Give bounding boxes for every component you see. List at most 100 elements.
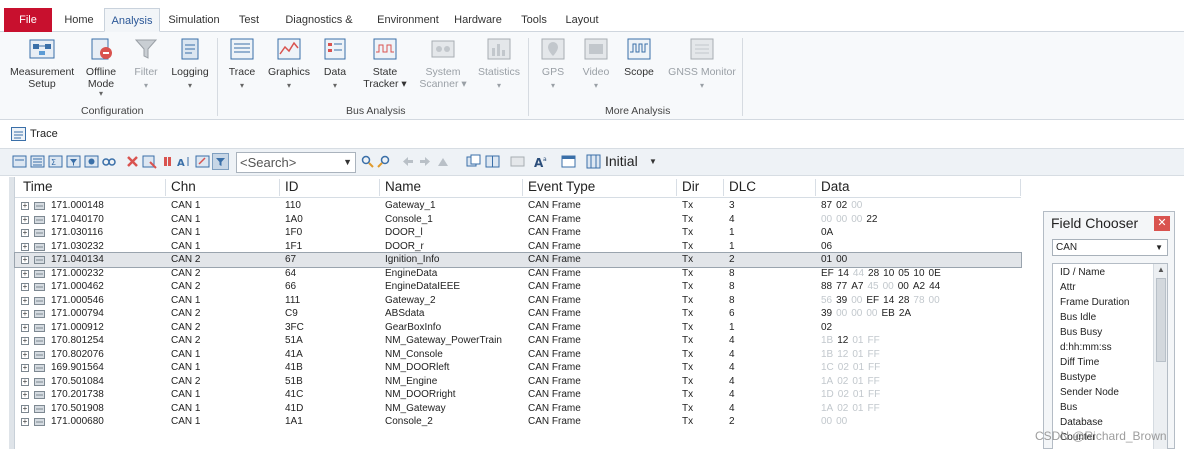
highlight-filter-icon[interactable]: [212, 153, 229, 170]
column-divider[interactable]: [522, 179, 523, 196]
measurement-setup-button[interactable]: Measurement Setup: [10, 36, 74, 102]
menu-tab-diagnostics[interactable]: Diagnostics & XCP: [274, 8, 364, 50]
field-item[interactable]: Attr: [1060, 282, 1076, 293]
expand-icon[interactable]: +: [21, 350, 29, 359]
field-item[interactable]: d:hh:mm:ss: [1060, 342, 1112, 353]
menu-tab-test[interactable]: Test: [234, 8, 264, 32]
field-item[interactable]: Diff Time: [1060, 357, 1099, 368]
menu-tab-tools[interactable]: Tools: [516, 8, 552, 32]
column-header-data[interactable]: Data: [821, 179, 850, 194]
window-layout-icon[interactable]: [485, 154, 500, 169]
menu-tab-environment[interactable]: Environment: [376, 8, 440, 32]
column-header-dir[interactable]: Dir: [682, 179, 699, 194]
expand-icon[interactable]: +: [21, 229, 29, 237]
table-row[interactable]: +171.000680 CAN 1 1A1 Console_2 CAN Frame Tx 2…: [15, 415, 1021, 429]
field-item[interactable]: Frame Duration: [1060, 297, 1129, 308]
expand-icon[interactable]: +: [21, 377, 29, 386]
field-item[interactable]: Bus: [1060, 402, 1077, 413]
expand-icon[interactable]: +: [21, 364, 29, 372]
filter-settings-icon[interactable]: [84, 154, 99, 169]
search-previous-icon[interactable]: [377, 154, 392, 169]
table-row[interactable]: +169.901564 CAN 1 41B NM_DOORleft CAN Frame T…: [15, 361, 1021, 375]
search-next-icon[interactable]: [360, 154, 375, 169]
column-divider[interactable]: [723, 179, 724, 196]
marker-icon[interactable]: [436, 154, 451, 169]
expand-icon[interactable]: +: [21, 215, 29, 224]
copy-icon[interactable]: [466, 154, 481, 169]
menu-tab-file[interactable]: File: [4, 8, 52, 32]
expand-icon[interactable]: +: [21, 404, 29, 413]
table-row[interactable]: +171.040134 CAN 2 67 Ignition_Info CAN Frame…: [14, 252, 1022, 268]
column-header-id[interactable]: ID: [285, 179, 299, 194]
sort-icon[interactable]: A: [176, 154, 191, 169]
column-divider[interactable]: [1020, 179, 1021, 196]
column-divider[interactable]: [815, 179, 816, 196]
table-row[interactable]: +171.000546 CAN 1 111 Gateway_2 CAN Frame Tx 8…: [15, 294, 1021, 308]
close-icon[interactable]: ✕: [1154, 216, 1170, 231]
layout-icon[interactable]: [586, 154, 601, 169]
column-divider[interactable]: [279, 179, 280, 196]
pause-icon[interactable]: [160, 154, 175, 169]
table-row[interactable]: +170.501084 CAN 2 51B NM_Engine CAN Frame Tx 4…: [15, 375, 1021, 389]
menu-tab-hardware[interactable]: Hardware: [452, 8, 504, 32]
table-row[interactable]: +171.030116 CAN 1 1F0 DOOR_l CAN Frame Tx 1 0A: [15, 226, 1021, 240]
column-header-time[interactable]: Time: [23, 179, 53, 194]
column-header-event-type[interactable]: Event Type: [528, 179, 595, 194]
font-size-icon[interactable]: Aa: [534, 154, 549, 169]
expand-icon[interactable]: +: [21, 418, 29, 426]
scrollbar-thumb[interactable]: [1156, 278, 1166, 362]
columns-icon[interactable]: [30, 154, 45, 169]
table-row[interactable]: +171.030232 CAN 1 1F1 DOOR_r CAN Frame Tx 1 06: [15, 240, 1021, 254]
clear-icon[interactable]: [142, 154, 157, 169]
find-icon[interactable]: [101, 154, 116, 169]
expand-icon[interactable]: +: [21, 283, 29, 291]
chevron-down-icon[interactable]: ▼: [649, 157, 657, 166]
search-input[interactable]: <Search> ▼: [236, 152, 356, 173]
table-row[interactable]: +170.201738 CAN 1 41C NM_DOORright CAN Frame…: [15, 388, 1021, 402]
filter-edit-icon[interactable]: [66, 154, 81, 169]
scope-button[interactable]: Scope: [607, 36, 671, 102]
menu-tab-analysis[interactable]: Analysis: [104, 8, 160, 32]
state-tracker-button[interactable]: State Tracker ▾: [353, 36, 417, 102]
export-icon[interactable]: [195, 154, 210, 169]
time-mode-icon[interactable]: Σ: [48, 154, 63, 169]
scroll-up-icon[interactable]: ▲: [1157, 265, 1165, 274]
expand-icon[interactable]: +: [21, 337, 29, 345]
menu-tab-home[interactable]: Home: [60, 8, 98, 32]
field-item[interactable]: Database: [1060, 417, 1103, 428]
menu-tab-simulation[interactable]: Simulation: [166, 8, 222, 32]
column-divider[interactable]: [379, 179, 380, 196]
gnss-monitor-button[interactable]: GNSS Monitor ▾: [664, 36, 740, 102]
field-item[interactable]: ID / Name: [1060, 267, 1105, 278]
arrow-right-icon[interactable]: [418, 154, 433, 169]
field-item[interactable]: Bus Idle: [1060, 312, 1096, 323]
first-message-icon[interactable]: [12, 154, 27, 169]
table-row[interactable]: +171.000232 CAN 2 64 EngineData CAN Frame Tx 8…: [15, 267, 1021, 281]
column-view-icon[interactable]: [510, 154, 525, 169]
field-item[interactable]: Bus Busy: [1060, 327, 1102, 338]
chevron-down-icon[interactable]: ▼: [343, 153, 352, 172]
field-category-select[interactable]: CAN ▼: [1052, 239, 1168, 256]
table-row[interactable]: +170.802076 CAN 1 41A NM_Console CAN Frame Tx…: [15, 348, 1021, 362]
expand-icon[interactable]: +: [21, 269, 29, 278]
expand-icon[interactable]: +: [21, 242, 29, 251]
expand-icon[interactable]: +: [21, 296, 29, 305]
field-item[interactable]: Bustype: [1060, 372, 1096, 383]
expand-icon[interactable]: +: [21, 323, 29, 332]
expand-icon[interactable]: +: [21, 202, 29, 210]
column-divider[interactable]: [676, 179, 677, 196]
field-item[interactable]: Sender Node: [1060, 387, 1119, 398]
table-row[interactable]: +170.801254 CAN 2 51A NM_Gateway_PowerTrain…: [15, 334, 1021, 348]
menu-tab-layout[interactable]: Layout: [562, 8, 602, 32]
column-divider[interactable]: [165, 179, 166, 196]
table-row[interactable]: +171.000148 CAN 1 110 Gateway_1 CAN Frame Tx 3…: [15, 199, 1021, 213]
arrow-left-icon[interactable]: [400, 154, 415, 169]
expand-icon[interactable]: +: [21, 391, 29, 399]
column-header-name[interactable]: Name: [385, 179, 421, 194]
column-header-chn[interactable]: Chn: [171, 179, 196, 194]
field-list-scrollbar[interactable]: ▲: [1153, 264, 1167, 449]
expand-icon[interactable]: +: [21, 256, 29, 264]
table-row[interactable]: +171.000912 CAN 2 3FC GearBoxInfo CAN Frame T…: [15, 321, 1021, 335]
table-row[interactable]: +170.501908 CAN 1 41D NM_Gateway CAN Frame Tx…: [15, 402, 1021, 416]
system-scanner-button[interactable]: System Scanner ▾: [411, 36, 475, 102]
